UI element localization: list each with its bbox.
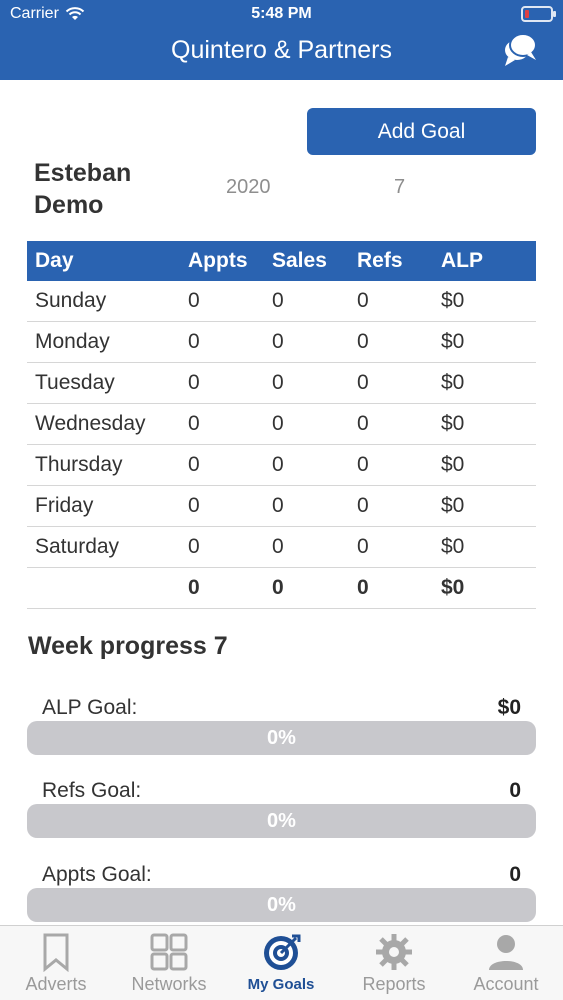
appts-cell: 0 bbox=[188, 535, 200, 558]
refs-cell: 0 bbox=[357, 289, 369, 312]
appts-cell: 0 bbox=[188, 330, 200, 353]
refs-goal-progress-bar: 0% bbox=[27, 804, 536, 838]
tab-account[interactable]: Account bbox=[450, 926, 562, 1000]
bookmark-icon bbox=[43, 933, 69, 972]
status-time: 5:48 PM bbox=[251, 5, 312, 22]
progress-percent: 0% bbox=[267, 726, 296, 749]
sales-cell: 0 bbox=[272, 412, 284, 435]
user-last-name: Demo bbox=[34, 191, 104, 219]
alp-cell: $0 bbox=[441, 494, 465, 517]
target-icon bbox=[264, 934, 301, 970]
total-appts: 0 bbox=[188, 576, 200, 599]
week-value: 7 bbox=[394, 176, 406, 198]
gear-icon bbox=[376, 934, 412, 970]
alp-cell: $0 bbox=[441, 330, 465, 353]
alp-cell: $0 bbox=[441, 412, 465, 435]
table-row: Thursday 0 0 0 $0 bbox=[27, 445, 536, 486]
appts-goal-progress-bar: 0% bbox=[27, 888, 536, 922]
refs-goal-value: 0 bbox=[509, 779, 521, 802]
table-row: Saturday 0 0 0 $0 bbox=[27, 527, 536, 568]
table-row: Wednesday 0 0 0 $0 bbox=[27, 404, 536, 445]
appts-goal-label: Appts Goal: bbox=[42, 863, 152, 886]
alp-cell: $0 bbox=[441, 371, 465, 394]
day-cell: Saturday bbox=[35, 535, 120, 558]
header-alp: ALP bbox=[441, 249, 483, 272]
day-cell: Thursday bbox=[35, 453, 123, 476]
header-refs: Refs bbox=[357, 249, 403, 272]
header-day: Day bbox=[35, 249, 74, 272]
tab-label: Account bbox=[473, 974, 539, 994]
alp-goal-progress-bar: 0% bbox=[27, 721, 536, 755]
totals-row: 0 0 0 $0 bbox=[27, 568, 536, 609]
total-alp: $0 bbox=[441, 576, 465, 599]
add-goal-button[interactable]: Add Goal bbox=[307, 108, 536, 155]
alp-cell: $0 bbox=[441, 535, 465, 558]
appts-cell: 0 bbox=[188, 289, 200, 312]
sales-cell: 0 bbox=[272, 371, 284, 394]
navigation-bar: Carrier 5:48 PM Quintero & Partners bbox=[0, 0, 563, 80]
appts-cell: 0 bbox=[188, 412, 200, 435]
table-row: Sunday 0 0 0 $0 bbox=[27, 281, 536, 322]
table-header: Day Appts Sales Refs ALP bbox=[27, 241, 536, 281]
progress-percent: 0% bbox=[267, 893, 296, 916]
refs-goal-label: Refs Goal: bbox=[42, 779, 142, 802]
total-sales: 0 bbox=[272, 576, 284, 599]
refs-cell: 0 bbox=[357, 330, 369, 353]
sales-cell: 0 bbox=[272, 289, 284, 312]
header-appts: Appts bbox=[188, 249, 248, 272]
table-row: Monday 0 0 0 $0 bbox=[27, 322, 536, 363]
appts-cell: 0 bbox=[188, 371, 200, 394]
battery-icon bbox=[521, 6, 556, 22]
person-icon bbox=[489, 935, 523, 970]
day-cell: Monday bbox=[35, 330, 110, 353]
tab-networks[interactable]: Networks bbox=[113, 926, 225, 1000]
tab-label: Networks bbox=[131, 974, 207, 994]
alp-goal-value: $0 bbox=[497, 696, 521, 719]
refs-cell: 0 bbox=[357, 494, 369, 517]
day-cell: Friday bbox=[35, 494, 94, 517]
status-bar: Carrier 5:48 PM bbox=[0, 0, 563, 30]
refs-cell: 0 bbox=[357, 535, 369, 558]
tab-label: My Goals bbox=[247, 976, 315, 993]
tab-adverts[interactable]: Adverts bbox=[0, 926, 112, 1000]
day-cell: Tuesday bbox=[35, 371, 115, 394]
alp-cell: $0 bbox=[441, 289, 465, 312]
user-name: Esteban Demo bbox=[34, 157, 204, 221]
day-cell: Sunday bbox=[35, 289, 107, 312]
day-cell: Wednesday bbox=[35, 412, 146, 435]
tab-my-goals[interactable]: My Goals bbox=[225, 926, 337, 1000]
grid-icon bbox=[150, 933, 188, 971]
user-first-name: Esteban bbox=[34, 159, 132, 187]
sales-cell: 0 bbox=[272, 330, 284, 353]
page-title: Quintero & Partners bbox=[171, 36, 392, 64]
sales-cell: 0 bbox=[272, 453, 284, 476]
tab-bar: Adverts Networks My Goals Reports Accoun… bbox=[0, 925, 563, 1000]
table-row: Friday 0 0 0 $0 bbox=[27, 486, 536, 527]
total-refs: 0 bbox=[357, 576, 369, 599]
appts-goal-value: 0 bbox=[509, 863, 521, 886]
alp-cell: $0 bbox=[441, 453, 465, 476]
refs-cell: 0 bbox=[357, 371, 369, 394]
sales-cell: 0 bbox=[272, 494, 284, 517]
progress-percent: 0% bbox=[267, 809, 296, 832]
tab-label: Reports bbox=[362, 974, 426, 994]
chat-bubbles-icon bbox=[503, 33, 537, 66]
table-row: Tuesday 0 0 0 $0 bbox=[27, 363, 536, 404]
appts-cell: 0 bbox=[188, 494, 200, 517]
alp-goal-label: ALP Goal: bbox=[42, 696, 138, 719]
refs-cell: 0 bbox=[357, 412, 369, 435]
week-progress-heading: Week progress 7 bbox=[28, 632, 228, 660]
tab-label: Adverts bbox=[25, 974, 87, 994]
year-value: 2020 bbox=[226, 176, 271, 198]
chat-button[interactable] bbox=[501, 30, 541, 70]
tab-reports[interactable]: Reports bbox=[338, 926, 450, 1000]
header-sales: Sales bbox=[272, 249, 327, 272]
sales-cell: 0 bbox=[272, 535, 284, 558]
appts-cell: 0 bbox=[188, 453, 200, 476]
weekly-stats-table: Day Appts Sales Refs ALP Sunday 0 0 0 $0… bbox=[27, 241, 536, 609]
refs-cell: 0 bbox=[357, 453, 369, 476]
